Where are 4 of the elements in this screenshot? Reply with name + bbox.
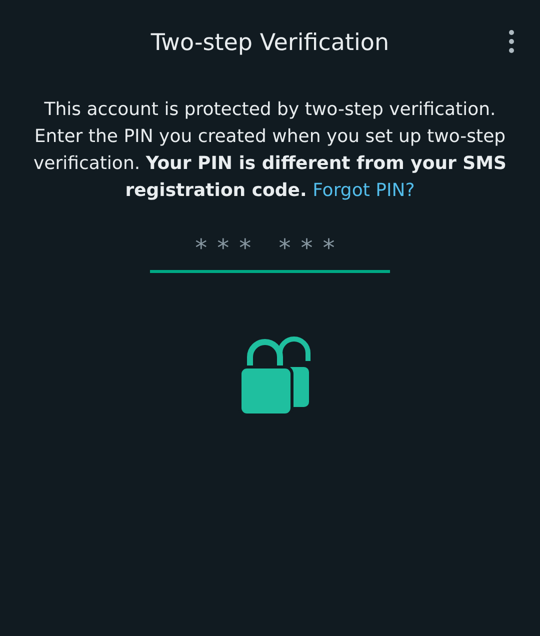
verification-message: This account is protected by two-step verification. Enter the PIN you created when you set up two-step verification. Your PIN is different from your SMS registration code. Forgot PIN? [32, 98, 508, 203]
screen-title: Two-step Verification [150, 30, 390, 56]
forgot-pin-link[interactable]: Forgot PIN? [312, 180, 415, 201]
pin-field[interactable]: *** *** [150, 230, 390, 273]
